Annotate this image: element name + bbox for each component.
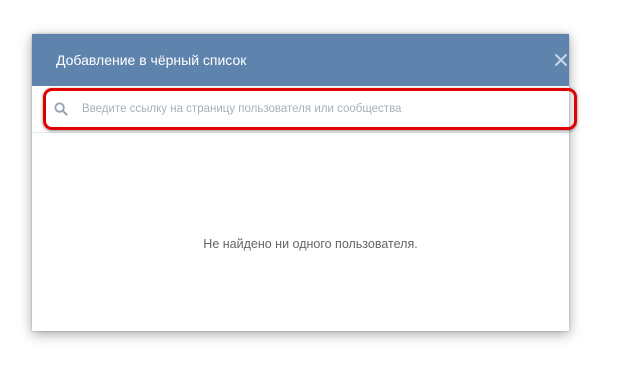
close-button[interactable] — [553, 52, 569, 68]
user-link-search-input[interactable] — [82, 98, 542, 120]
search-icon — [54, 102, 68, 116]
close-icon — [555, 54, 567, 66]
dialog-title: Добавление в чёрный список — [56, 52, 247, 68]
empty-state-message: Не найдено ни одного пользователя. — [203, 237, 418, 251]
dialog-header: Добавление в чёрный список — [32, 34, 569, 86]
search-row — [32, 86, 569, 133]
blacklist-dialog: Добавление в чёрный список Не найдено ни… — [32, 34, 569, 331]
screenshot-canvas: Добавление в чёрный список Не найдено ни… — [0, 0, 625, 389]
